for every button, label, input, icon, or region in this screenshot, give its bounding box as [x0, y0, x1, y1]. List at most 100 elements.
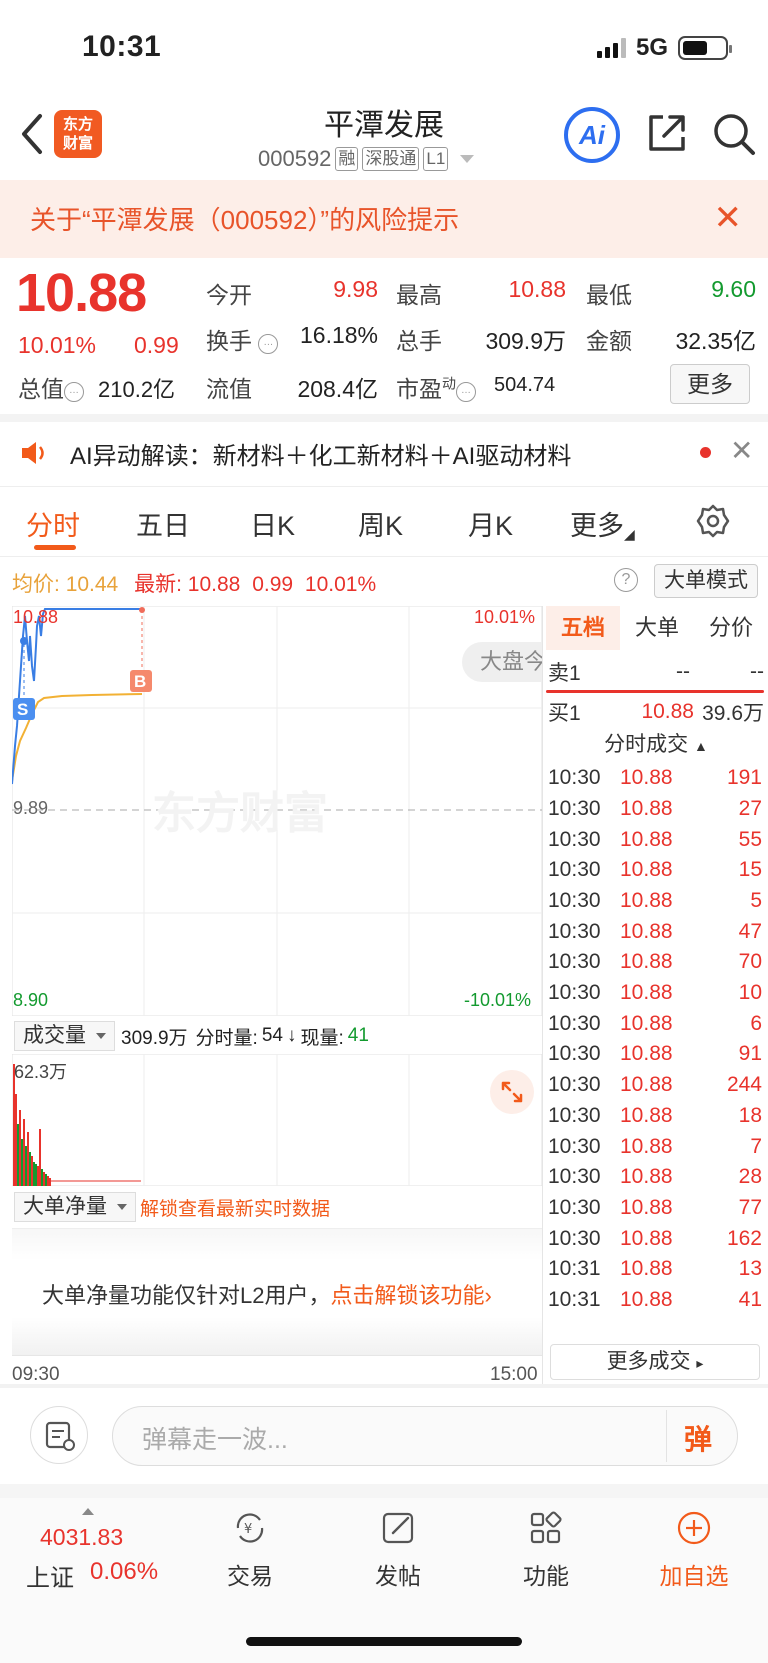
value-market-cap: 210.2亿	[98, 377, 176, 402]
value-turnover: 16.18%	[299, 322, 378, 348]
value-pe: 504.74	[494, 374, 556, 396]
label-float-cap: 流值	[206, 376, 252, 402]
index-value[interactable]: 4031.83	[40, 1524, 123, 1551]
index-change-pct[interactable]: 0.06%	[90, 1558, 158, 1586]
tick-time: 10:30	[548, 1011, 601, 1035]
tick-row: 10:31 10.88 13	[548, 1253, 762, 1285]
more-ticks-button[interactable]: 更多成交 ▸	[550, 1344, 760, 1380]
expand-icon[interactable]	[490, 1070, 534, 1114]
tick-time: 10:30	[548, 1195, 601, 1219]
tick-volume: 77	[738, 1195, 762, 1219]
caret-up-icon[interactable]	[82, 1508, 94, 1515]
nav-trade[interactable]: ¥ 交易	[200, 1510, 300, 1591]
tick-time: 10:31	[548, 1288, 601, 1312]
value-low: 9.60	[711, 276, 756, 302]
nav-functions[interactable]: 功能	[496, 1510, 596, 1591]
latest-change-pct: 10.01%	[304, 573, 377, 596]
tab-five-levels[interactable]: 五档	[546, 606, 620, 650]
current-price: 10.88	[16, 263, 147, 323]
help-icon[interactable]: ?	[614, 568, 638, 592]
edit-icon	[382, 1512, 414, 1544]
tick-row: 10:30 10.88 244	[548, 1069, 762, 1101]
tick-row: 10:30 10.88 18	[548, 1100, 762, 1132]
tick-price: 10.88	[620, 1165, 673, 1189]
unlock-link[interactable]: 解锁查看最新实时数据	[140, 1194, 330, 1221]
market-overlay-button[interactable]: 大盘今	[462, 642, 542, 682]
danmaku-settings-icon[interactable]	[30, 1406, 88, 1464]
tab-indicator	[34, 545, 76, 550]
l2-notice[interactable]: 大单净量功能仅针对L2用户，点击解锁该功能›	[42, 1278, 492, 1310]
net-flow-selector[interactable]: 大单净量	[14, 1192, 136, 1222]
tab-big-orders[interactable]: 大单	[620, 606, 694, 650]
tab-weekly-k[interactable]: 周K	[358, 504, 403, 543]
avg-label: 均价:	[12, 573, 60, 596]
risk-banner-text[interactable]: 关于“平潭发展（000592）”的风险提示	[30, 200, 459, 237]
tick-time: 10:30	[548, 796, 601, 820]
tab-monthly-k[interactable]: 月K	[468, 504, 513, 543]
tick-row: 10:30 10.88 5	[548, 885, 762, 917]
value-high: 10.88	[508, 276, 566, 302]
close-icon[interactable]: ✕	[730, 434, 753, 467]
tab-price-dist[interactable]: 分价	[694, 606, 768, 650]
danmaku-send-button[interactable]: 弹	[684, 1418, 712, 1458]
danmaku-placeholder: 弹幕走一波...	[142, 1426, 288, 1454]
home-indicator[interactable]	[246, 1637, 522, 1646]
label-market-cap: 总值…	[18, 370, 84, 404]
tab-five-day[interactable]: 五日	[136, 504, 190, 543]
ai-button[interactable]: Ai	[564, 107, 620, 163]
ai-notice-text[interactable]: AI异动解读：新材料＋化工新材料＋AI驱动材料	[70, 436, 571, 471]
tick-row: 10:30 10.88 55	[548, 823, 762, 855]
status-indicators: 5G	[596, 34, 732, 62]
info-icon[interactable]: …	[456, 382, 476, 402]
status-time: 10:31	[82, 30, 162, 63]
tab-more[interactable]: 更多◢	[570, 504, 635, 543]
more-quote-button[interactable]: 更多	[670, 364, 750, 404]
stock-subtitle[interactable]: 000592 融 深股通 L1	[258, 146, 475, 172]
search-icon[interactable]	[712, 112, 756, 156]
tab-intraday[interactable]: 分时	[26, 504, 80, 543]
label-open: 今开	[206, 282, 252, 308]
tick-volume: 13	[738, 1257, 762, 1281]
stock-code: 000592	[258, 146, 332, 171]
value-amount: 32.35亿	[675, 328, 756, 354]
tick-time: 10:30	[548, 1134, 601, 1158]
tick-time: 10:30	[548, 888, 601, 912]
add-circle-icon	[677, 1511, 711, 1545]
volume-selector[interactable]: 成交量	[14, 1021, 115, 1051]
tick-price: 10.88	[620, 858, 673, 882]
down-arrow-icon: ↓	[286, 1025, 297, 1046]
tick-price: 10.88	[620, 827, 673, 851]
nav-post[interactable]: 发帖	[348, 1510, 448, 1591]
volume-header: 成交量 309.9万 分时量: 54 ↓ 现量: 41	[14, 1020, 369, 1052]
nav-add-watchlist[interactable]: 加自选	[644, 1510, 744, 1591]
info-icon[interactable]: …	[258, 334, 279, 354]
risk-banner[interactable]: 关于“平潭发展（000592）”的风险提示 ✕	[0, 180, 768, 258]
sort-up-icon: ▲	[693, 738, 708, 754]
index-name[interactable]: 上证	[26, 1558, 74, 1593]
tab-daily-k[interactable]: 日K	[250, 504, 295, 543]
value-float-cap: 208.4亿	[297, 376, 378, 402]
grid-icon	[530, 1511, 562, 1544]
tick-price: 10.88	[620, 796, 673, 820]
volume-max-label: 62.3万	[14, 1062, 68, 1082]
tick-time: 10:30	[548, 1103, 601, 1127]
tick-time: 10:30	[548, 981, 601, 1005]
share-icon[interactable]	[646, 112, 688, 154]
ticks-header[interactable]: 分时成交 ▲	[546, 728, 766, 758]
battery-icon	[678, 36, 732, 60]
info-icon[interactable]: …	[64, 382, 84, 402]
volume-chart[interactable]	[12, 1054, 542, 1186]
time-start-label: 09:30	[12, 1364, 60, 1385]
divider	[666, 1410, 667, 1462]
tick-volume: 5	[750, 888, 762, 912]
tick-row: 10:30 10.88 70	[548, 946, 762, 978]
big-order-mode-button[interactable]: 大单模式	[654, 564, 758, 598]
gear-icon[interactable]	[696, 504, 730, 538]
tick-row: 10:30 10.88 6	[548, 1008, 762, 1040]
tick-time: 10:30	[548, 919, 601, 943]
tick-volume: 91	[738, 1042, 762, 1066]
avg-value: 10.44	[65, 573, 119, 596]
close-icon[interactable]: ✕	[714, 201, 743, 235]
value-open: 9.98	[333, 276, 378, 302]
unlock-feature-link[interactable]: 点击解锁该功能	[330, 1283, 484, 1308]
